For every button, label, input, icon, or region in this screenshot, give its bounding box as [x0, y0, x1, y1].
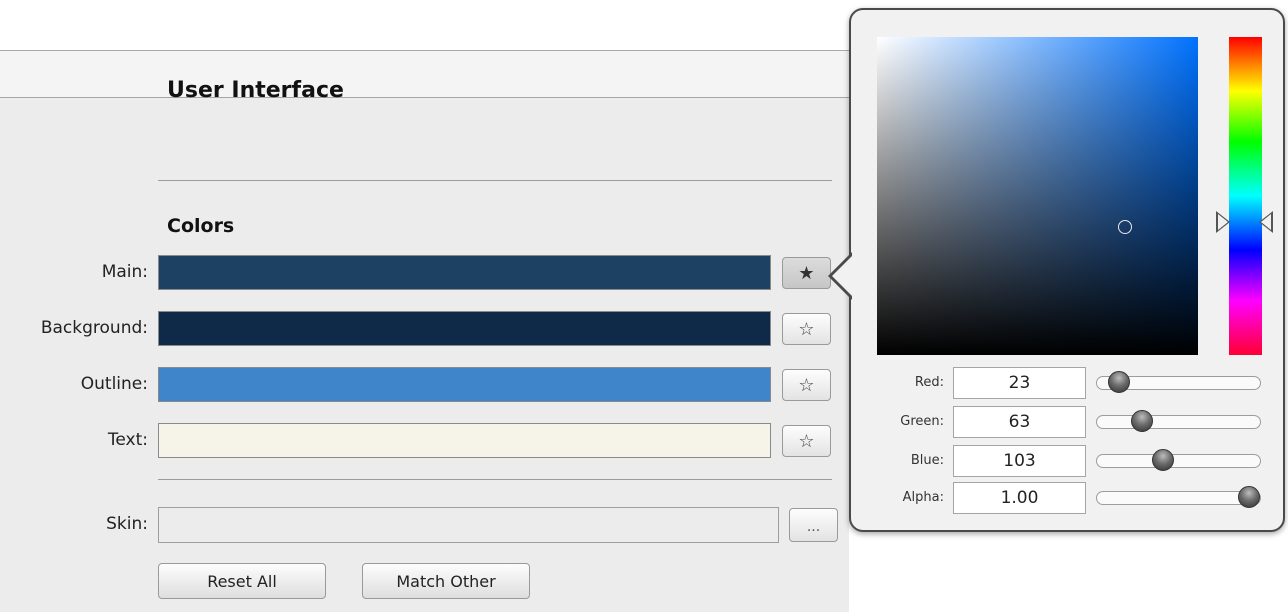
skin-input[interactable]	[158, 507, 779, 543]
saturation-value-square[interactable]	[877, 37, 1198, 355]
green-slider-knob[interactable]	[1131, 410, 1153, 432]
skin-label: Skin:	[106, 514, 148, 534]
background-color-label: Background:	[40, 318, 148, 338]
text-color-label: Text:	[107, 430, 148, 450]
star-outline-icon: ☆	[798, 318, 815, 340]
star-outline-icon: ☆	[798, 430, 815, 452]
main-color-picker-button[interactable]: ★	[782, 257, 831, 289]
color-selection-marker[interactable]	[1118, 220, 1132, 234]
red-slider-knob[interactable]	[1108, 371, 1130, 393]
reset-all-button[interactable]: Reset All	[158, 563, 326, 599]
blue-label: Blue:	[910, 453, 944, 468]
main-color-label: Main:	[101, 262, 148, 282]
colors-heading: Colors	[167, 215, 235, 237]
divider	[158, 479, 832, 480]
blue-input[interactable]: 103	[953, 445, 1086, 477]
alpha-slider-knob[interactable]	[1238, 486, 1260, 508]
star-filled-icon: ★	[798, 262, 815, 284]
match-other-button[interactable]: Match Other	[362, 563, 530, 599]
blue-slider[interactable]	[1096, 449, 1261, 471]
browse-skin-button[interactable]: ...	[789, 508, 838, 542]
green-input[interactable]: 63	[953, 406, 1086, 438]
star-outline-icon: ☆	[798, 374, 815, 396]
main-color-swatch[interactable]	[158, 255, 771, 290]
blue-slider-knob[interactable]	[1152, 449, 1174, 471]
hue-arrow-left-icon[interactable]	[1259, 211, 1273, 233]
divider	[158, 180, 832, 181]
background-color-swatch[interactable]	[158, 311, 771, 346]
red-label: Red:	[914, 375, 944, 390]
hue-arrow-right-icon[interactable]	[1216, 211, 1230, 233]
alpha-label: Alpha:	[902, 490, 944, 505]
green-slider[interactable]	[1096, 410, 1261, 432]
alpha-input[interactable]: 1.00	[953, 482, 1086, 514]
text-color-swatch[interactable]	[158, 423, 771, 458]
red-slider[interactable]	[1096, 371, 1261, 393]
outline-color-label: Outline:	[80, 374, 148, 394]
text-color-picker-button[interactable]: ☆	[782, 425, 831, 457]
title-bar	[0, 51, 849, 98]
hue-slider[interactable]	[1229, 37, 1262, 355]
outline-color-picker-button[interactable]: ☆	[782, 369, 831, 401]
green-label: Green:	[900, 414, 944, 429]
background-color-picker-button[interactable]: ☆	[782, 313, 831, 345]
outline-color-swatch[interactable]	[158, 367, 771, 402]
alpha-slider[interactable]	[1096, 486, 1261, 508]
section-title: User Interface	[167, 78, 344, 103]
red-input[interactable]: 23	[953, 367, 1086, 399]
